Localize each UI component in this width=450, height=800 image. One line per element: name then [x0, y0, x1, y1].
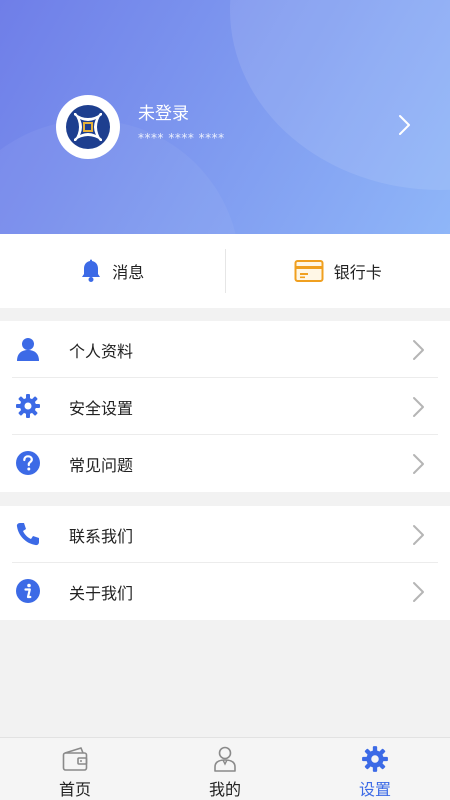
phone-icon	[16, 523, 39, 546]
user-name: 未登录	[138, 104, 189, 124]
bank-card-icon	[294, 260, 324, 282]
avatar[interactable]	[56, 95, 120, 159]
chevron-right-icon	[413, 397, 424, 417]
bank-card-button[interactable]: 银行卡	[226, 234, 450, 308]
tab-label: 我的	[208, 780, 241, 799]
chevron-right-icon	[413, 582, 424, 602]
tab-settings[interactable]: 设置	[300, 738, 450, 800]
tab-mine[interactable]: 我的	[150, 738, 300, 800]
tab-label: 首页	[58, 780, 91, 799]
user-tab-icon	[214, 746, 236, 772]
gear-icon	[16, 394, 40, 418]
question-icon	[16, 451, 40, 475]
person-icon	[17, 338, 39, 361]
bell-icon	[82, 259, 101, 282]
menu-label: 常见问题	[69, 455, 134, 475]
menu-item-faq[interactable]: 常见问题	[0, 435, 450, 492]
menu-label: 联系我们	[69, 526, 134, 546]
chevron-right-icon	[413, 525, 424, 545]
menu-item-profile[interactable]: 个人资料	[0, 321, 450, 378]
chevron-right-icon	[413, 454, 424, 474]
account-number: **** **** ****	[138, 131, 225, 145]
messages-button[interactable]: 消息	[0, 234, 225, 308]
chevron-right-icon	[413, 340, 424, 360]
header-decoration	[230, 0, 450, 190]
menu-item-about[interactable]: 关于我们	[0, 563, 450, 620]
quick-actions: 消息 银行卡	[0, 234, 450, 308]
menu-label: 个人资料	[69, 341, 134, 361]
logo-icon	[66, 105, 110, 149]
menu-label: 关于我们	[69, 583, 134, 603]
settings-tab-icon	[362, 746, 388, 772]
wallet-icon	[62, 747, 88, 771]
bottom-tab-bar: 首页 我的 设置	[0, 737, 450, 800]
info-icon	[16, 579, 40, 603]
menu-group-about: 联系我们 关于我们	[0, 506, 450, 620]
menu-item-security[interactable]: 安全设置	[0, 378, 450, 435]
messages-label: 消息	[112, 263, 145, 282]
bank-card-label: 银行卡	[333, 263, 382, 282]
tab-home[interactable]: 首页	[0, 738, 150, 800]
tab-label: 设置	[358, 780, 391, 799]
menu-label: 安全设置	[69, 398, 134, 418]
menu-group-account: 个人资料 安全设置 常见问题	[0, 321, 450, 492]
chevron-right-icon[interactable]	[394, 112, 414, 138]
menu-item-contact[interactable]: 联系我们	[0, 506, 450, 563]
profile-header[interactable]: 未登录 **** **** ****	[0, 0, 450, 234]
